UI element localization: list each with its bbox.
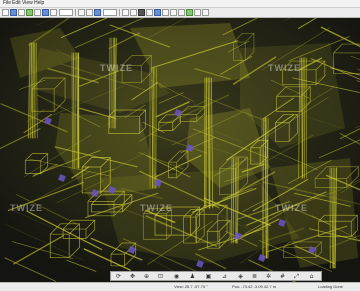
toolbar-divider: [119, 9, 120, 16]
camera-icon[interactable]: ▣: [205, 273, 212, 280]
structure-edge: [233, 158, 234, 243]
watermark-text: TWIZE: [268, 63, 301, 73]
eye-icon[interactable]: ◉: [173, 273, 180, 280]
cloud-icon[interactable]: [42, 9, 49, 16]
watermark-text: TWIZE: [140, 203, 173, 213]
zoom-icon[interactable]: ⊕: [143, 273, 150, 280]
color-icon[interactable]: [154, 9, 161, 16]
expand-icon[interactable]: ⤢: [293, 273, 300, 280]
structure-edge: [33, 43, 34, 138]
filter-icon[interactable]: [162, 9, 169, 16]
open-folder-icon[interactable]: [10, 9, 17, 16]
grid-toggle-icon[interactable]: [194, 9, 201, 16]
brush-icon[interactable]: [146, 9, 153, 16]
layers-icon[interactable]: ≣: [251, 273, 258, 280]
pencil-icon[interactable]: [138, 9, 145, 16]
box-icon[interactable]: [122, 9, 129, 16]
layer-icon[interactable]: [186, 9, 193, 16]
watermark-text: TWIZE: [275, 203, 308, 213]
navigation-toolbar: ⟳ ✥ ⊕ ⊡ ◉ ♟ ▣ ⊿ ◈ ≣ ✲ # ⤢ ⌂: [110, 271, 322, 281]
watermark-text: TWIZE: [100, 63, 133, 73]
measure-icon[interactable]: ⊿: [221, 273, 228, 280]
crop-icon[interactable]: [178, 9, 185, 16]
pan-icon[interactable]: ✥: [129, 273, 136, 280]
toolbar-divider: [75, 9, 76, 16]
watermark-text: TWIZE: [10, 203, 43, 213]
undo-icon[interactable]: [78, 9, 85, 16]
menu-file[interactable]: File: [3, 0, 11, 7]
toolbar: [0, 8, 360, 18]
measure-tool-icon[interactable]: [130, 9, 137, 16]
fit-icon[interactable]: ⊡: [157, 273, 164, 280]
point-cloud-render: [0, 18, 360, 282]
structure-edge: [302, 58, 303, 178]
grid-icon[interactable]: #: [279, 273, 286, 280]
select-icon[interactable]: [94, 9, 101, 16]
info-icon[interactable]: [202, 9, 209, 16]
3d-viewport[interactable]: TWIZE TWIZE TWIZE TWIZE TWIZE: [0, 18, 360, 282]
print-icon[interactable]: [50, 9, 57, 16]
clip-icon[interactable]: [170, 9, 177, 16]
mode-dropdown[interactable]: [59, 9, 73, 16]
redo-icon[interactable]: [86, 9, 93, 16]
section-icon[interactable]: ◈: [237, 273, 244, 280]
import-icon[interactable]: [26, 9, 33, 16]
walk-icon[interactable]: ♟: [189, 273, 196, 280]
menu-view[interactable]: View: [22, 0, 33, 7]
new-file-icon[interactable]: [2, 9, 9, 16]
menu-help[interactable]: Help: [34, 0, 44, 7]
menu-edit[interactable]: Edit: [12, 0, 21, 7]
structure-edge: [74, 53, 75, 168]
view-dropdown[interactable]: [103, 9, 117, 16]
orbit-icon[interactable]: ⟳: [115, 273, 122, 280]
settings-icon[interactable]: ✲: [265, 273, 272, 280]
home-icon[interactable]: ⌂: [308, 273, 315, 280]
menu-bar: File Edit View Help: [0, 0, 360, 8]
export-icon[interactable]: [34, 9, 41, 16]
save-icon[interactable]: [18, 9, 25, 16]
